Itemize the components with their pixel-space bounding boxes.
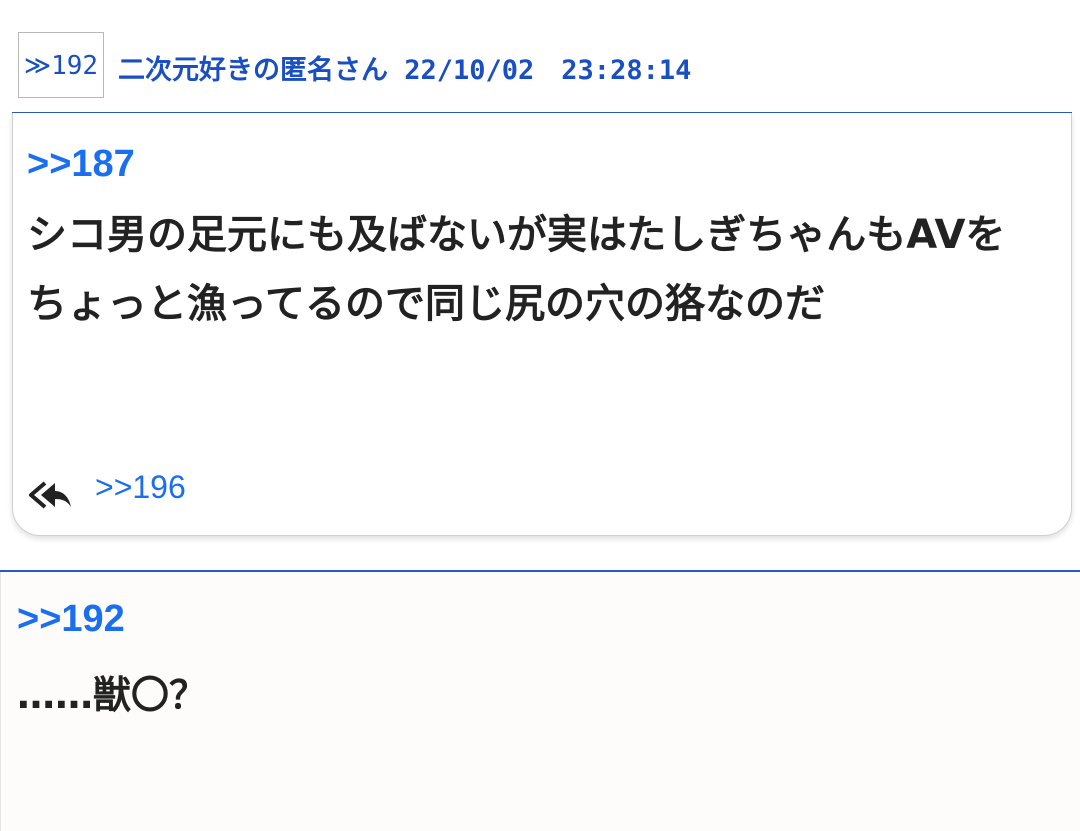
- quote-link[interactable]: >>187: [27, 143, 135, 186]
- post-body: ……獣〇？: [17, 673, 208, 717]
- post-item: >>192 ……獣〇？: [0, 572, 1080, 831]
- quote-link[interactable]: >>192: [17, 598, 125, 641]
- reply-all-icon[interactable]: [27, 475, 73, 511]
- reply-link[interactable]: >>196: [95, 469, 186, 506]
- post-author-date: 二次元好きの匿名さん 22/10/02 23:28:14: [118, 55, 692, 86]
- post-number-link[interactable]: ≫192: [18, 32, 104, 98]
- quoted-post-popup: >>187 シコ男の足元にも及ばないが実はたしぎちゃんもAVをちょっと漁ってるの…: [12, 113, 1072, 536]
- popup-post-body: シコ男の足元にも及ばないが実はたしぎちゃんもAVをちょっと漁ってるので同じ尻の穴…: [27, 212, 1006, 327]
